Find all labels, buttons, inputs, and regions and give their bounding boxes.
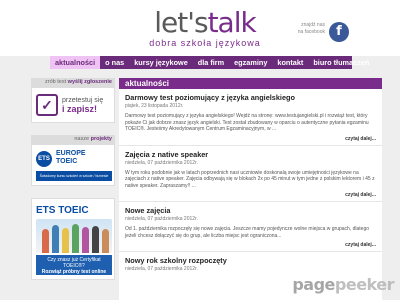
news-title[interactable]: Zajęcia z native speaker xyxy=(125,150,376,159)
toeic-banner[interactable]: ETS TOEIC Czy znasz już Certyfikat TOEIC… xyxy=(31,198,115,280)
news-excerpt: W tym roku podobnie jak w latach poprzed… xyxy=(125,169,375,189)
ets-title-line1: EUROPE xyxy=(56,150,86,157)
site-logo[interactable]: let'stalk dobra szkoła językowa xyxy=(130,8,280,49)
facebook-icon[interactable]: f xyxy=(329,22,349,42)
person-figure xyxy=(92,226,99,253)
test-header-highlight: wyślij zgłoszenie xyxy=(67,79,112,85)
toeic-cta-line1: Czy znasz już Certyfikat TOEIC®? xyxy=(47,257,101,269)
ets-europe-banner[interactable]: ETS EUROPE TOEIC Świadomy kursu szkoleń … xyxy=(31,144,115,186)
news-date: niedziela, 07 października 2012r. xyxy=(125,159,198,166)
test-banner[interactable]: ✓ przetestuj się i zapisz! xyxy=(31,87,115,123)
logo-tagline: dobra szkoła językowa xyxy=(149,38,261,48)
news-section-title: aktualności xyxy=(119,78,382,89)
read-more-link[interactable]: czytaj dalej... xyxy=(125,239,376,251)
nav-item-kontakt[interactable]: kontakt xyxy=(272,56,308,69)
watermark-part-a: page xyxy=(292,275,335,294)
nav-item-aktualnosci[interactable]: aktualności xyxy=(50,56,101,69)
ets-title-line2: TOEIC xyxy=(56,158,78,165)
logo-part-b: talk xyxy=(207,6,257,39)
read-more-link[interactable]: czytaj dalej... xyxy=(125,189,376,201)
main-nav: aktualności o nas kursy językowe dla fir… xyxy=(50,56,369,69)
ets-banner-subtitle: Świadomy kursu szkoleń w szkole / biznes… xyxy=(36,171,112,181)
nav-item-egzaminy[interactable]: egzaminy xyxy=(229,56,272,69)
toeic-call-to-action: Czy znasz już Certyfikat TOEIC®? Rozwiąż… xyxy=(36,255,112,275)
news-item: Nowy rok szkolny rozpoczęty niedziela, 0… xyxy=(119,252,382,272)
toeic-cta-line2: Rozwiąż próbny test online xyxy=(41,269,107,275)
read-more-link[interactable]: czytaj dalej... xyxy=(125,133,376,145)
test-banner-text: przetestuj się i zapisz! xyxy=(62,96,103,115)
test-section-header: zrób test wyślij zgłoszenie xyxy=(31,78,115,87)
news-title[interactable]: Nowy rok szkolny rozpoczęty xyxy=(125,256,376,265)
left-sidebar: zrób test wyślij zgłoszenie ✓ przetestuj… xyxy=(31,78,115,280)
pagepeeker-watermark: pagepeeker xyxy=(292,275,394,294)
nav-item-kursy-jezykowe[interactable]: kursy językowe xyxy=(129,56,193,69)
person-figure xyxy=(102,229,109,253)
person-figure xyxy=(42,229,49,253)
logo-wordmark: let'stalk xyxy=(130,8,280,38)
nav-item-o-nas[interactable]: o nas xyxy=(100,56,129,69)
person-figure xyxy=(62,228,69,253)
test-header-prefix: zrób test xyxy=(45,79,67,85)
projects-section-header: nasze projekty xyxy=(31,135,115,144)
site-header: let'stalk dobra szkoła językowa znajdź n… xyxy=(0,0,400,56)
news-item: Nowe zajęcia niedziela, 07 października … xyxy=(119,202,382,252)
test-label-line2: i zapisz! xyxy=(62,103,98,114)
ets-banner-title: EUROPE TOEIC xyxy=(56,150,86,166)
news-excerpt: Od 1. października rozpoczęły się nowe z… xyxy=(125,226,370,239)
facebook-caption: znajdź nas na facebook xyxy=(297,22,325,35)
news-date: piątek, 23 listopada 2012r. xyxy=(125,103,184,109)
test-label-line1: przetestuj się xyxy=(62,96,104,104)
ets-logo-icon: ETS xyxy=(36,151,52,167)
news-item: Darmowy test poziomujący z języka angiel… xyxy=(119,89,382,146)
projects-header-highlight: projekty xyxy=(90,136,112,142)
watermark-part-b: peeker xyxy=(334,275,395,294)
news-excerpt: Darmowy test poziomujący z języka angiel… xyxy=(125,113,369,132)
news-date: niedziela, 07 października 2012r. xyxy=(125,216,198,222)
people-photo xyxy=(36,219,112,253)
nav-item-dla-firm[interactable]: dla firm xyxy=(193,56,229,69)
checkbox-icon: ✓ xyxy=(36,94,58,116)
news-item: Zajęcia z native speaker niedziela, 07 p… xyxy=(119,146,382,202)
news-title[interactable]: Nowe zajęcia xyxy=(125,206,376,215)
projects-header-prefix: nasze xyxy=(74,136,90,142)
nav-item-biuro-tlumaczen[interactable]: biuro tłumaczeń xyxy=(308,56,374,69)
toeic-logo: ETS TOEIC xyxy=(36,205,89,216)
news-date: niedziela, 07 października 2012r. xyxy=(125,266,198,272)
person-figure xyxy=(52,225,59,253)
news-panel: aktualności Darmowy test poziomujący z j… xyxy=(119,78,382,300)
person-figure xyxy=(72,224,79,253)
news-title[interactable]: Darmowy test poziomujący z języka angiel… xyxy=(125,93,376,102)
logo-part-a: let's xyxy=(154,6,208,39)
person-figure xyxy=(82,227,89,253)
